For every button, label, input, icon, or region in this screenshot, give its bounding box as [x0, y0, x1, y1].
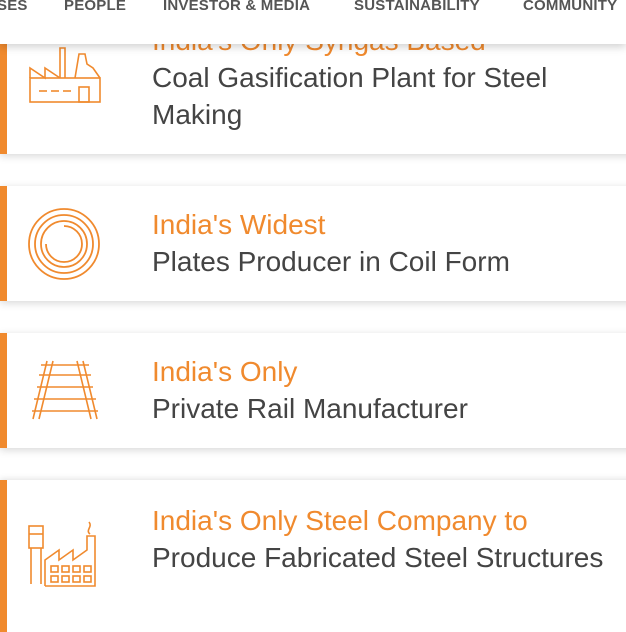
steel-coil-icon	[27, 206, 103, 282]
achievement-card: India's Only Steel Company to Produce Fa…	[0, 480, 626, 632]
nav-item-investor-media[interactable]: INVESTOR & MEDIA	[163, 0, 310, 14]
nav-item-sustainability[interactable]: SUSTAINABILITY	[354, 0, 480, 14]
card-text: India's Widest Plates Producer in Coil F…	[152, 206, 622, 280]
card-highlight: India's Widest	[152, 209, 326, 240]
achievement-card: India's Only Private Rail Manufacturer	[0, 333, 626, 448]
card-description: Coal Gasification Plant for Steel Making	[152, 62, 548, 130]
rail-track-icon	[27, 353, 103, 429]
card-text: India's Only Steel Company to Produce Fa…	[152, 502, 622, 576]
factory-icon	[27, 520, 103, 596]
nav-item-people[interactable]: PEOPLE	[64, 0, 126, 14]
card-text: India's Only Private Rail Manufacturer	[152, 353, 622, 427]
card-highlight: India's Only Steel Company to	[152, 505, 528, 536]
nav-item-community[interactable]: COMMUNITY	[523, 0, 617, 14]
nav-item-businesses[interactable]: SES	[0, 0, 28, 14]
top-nav: SES PEOPLE INVESTOR & MEDIA SUSTAINABILI…	[0, 0, 626, 44]
card-highlight: India's Only	[152, 356, 298, 387]
gasification-plant-icon	[27, 40, 103, 116]
achievement-card: India's Widest Plates Producer in Coil F…	[0, 186, 626, 301]
card-description: Produce Fabricated Steel Structures	[152, 542, 604, 573]
card-description: Private Rail Manufacturer	[152, 393, 468, 424]
card-description: Plates Producer in Coil Form	[152, 246, 510, 277]
